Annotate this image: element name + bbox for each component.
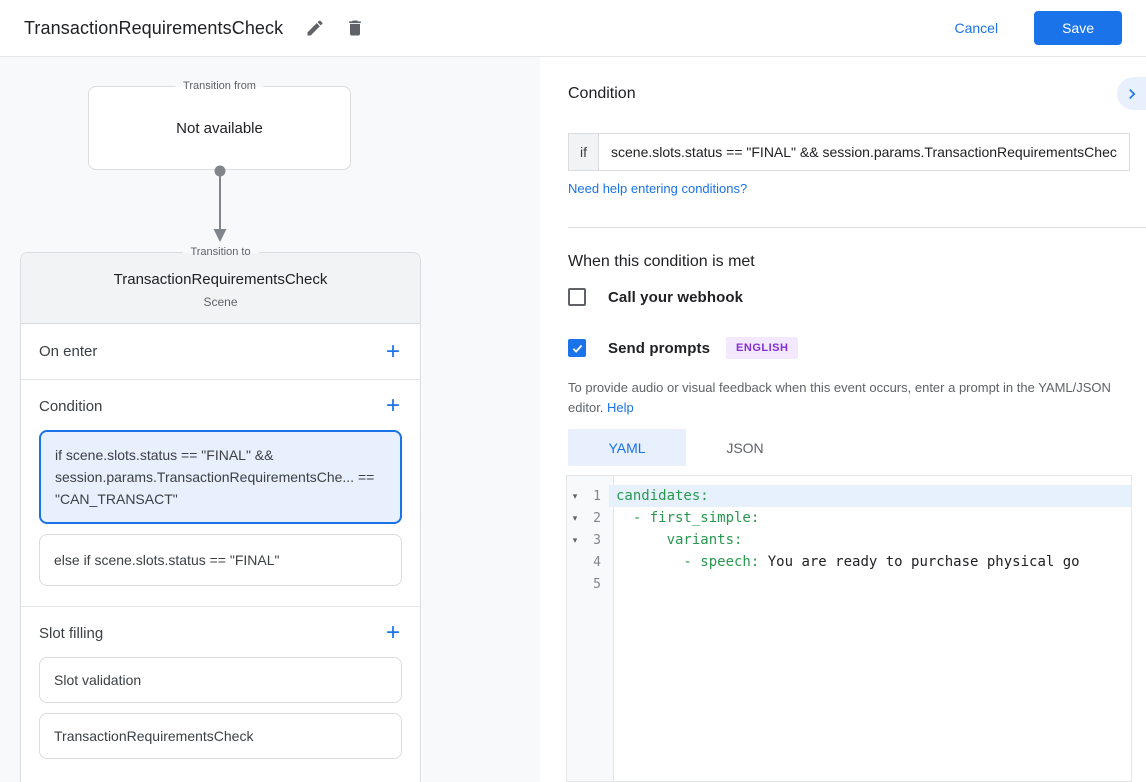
- call-webhook-row[interactable]: Call your webhook: [568, 288, 743, 306]
- panel-divider: [568, 227, 1146, 228]
- helper-text-body: To provide audio or visual feedback when…: [568, 380, 1111, 415]
- if-prefix: if: [568, 133, 599, 171]
- slot-filling-label: Slot filling: [39, 624, 104, 642]
- slot-card-requirements-check[interactable]: TransactionRequirementsCheck: [39, 713, 402, 759]
- page-title: TransactionRequirementsCheck: [24, 17, 284, 38]
- fold-arrow-icon[interactable]: ▾: [567, 491, 583, 502]
- code-line[interactable]: 5: [567, 573, 1131, 595]
- webhook-checkbox[interactable]: [568, 288, 586, 306]
- code-text[interactable]: [609, 573, 1131, 595]
- code-text[interactable]: - first_simple:: [609, 507, 1131, 529]
- condition-section: Condition + if scene.slots.status == "FI…: [21, 380, 420, 607]
- code-editor[interactable]: ▾ 1 candidates: ▾ 2 - first_simple: ▾ 3 varian…: [566, 475, 1132, 782]
- scene-type: Scene: [203, 295, 238, 309]
- transition-from-value: Not available: [176, 119, 263, 137]
- prompts-checkbox[interactable]: [568, 339, 586, 357]
- line-number: 2: [593, 510, 601, 526]
- transition-from-box: Transition from Not available: [88, 79, 351, 170]
- add-on-enter-button[interactable]: +: [384, 339, 402, 363]
- transition-arrow: [213, 165, 227, 242]
- scene-graph-canvas: Transition from Not available Transition…: [0, 57, 540, 782]
- code-line[interactable]: 4 - speech: You are ready to purchase ph…: [567, 551, 1131, 573]
- line-number: 3: [593, 532, 601, 548]
- slot-filling-section: Slot filling + Slot validation Transacti…: [21, 607, 420, 779]
- code-line[interactable]: ▾ 3 variants:: [567, 529, 1131, 551]
- scene-name: TransactionRequirementsCheck: [113, 271, 328, 288]
- slot-card-validation[interactable]: Slot validation: [39, 657, 402, 703]
- when-condition-met-title: When this condition is met: [568, 253, 755, 270]
- code-text[interactable]: - speech: You are ready to purchase phys…: [609, 551, 1131, 573]
- editor-format-tabs: YAML JSON: [568, 429, 804, 466]
- language-badge: ENGLISH: [726, 337, 799, 359]
- condition-detail-panel: Condition if Need help entering conditio…: [540, 57, 1146, 782]
- code-text[interactable]: candidates:: [609, 485, 1131, 507]
- top-bar: TransactionRequirementsCheck Cancel Save: [0, 0, 1146, 57]
- line-number: 4: [593, 554, 601, 570]
- checkmark-icon: [572, 344, 582, 353]
- transition-to-label: Transition to: [182, 245, 259, 260]
- chevron-right-icon: [1129, 88, 1136, 99]
- cancel-button[interactable]: Cancel: [938, 12, 1014, 44]
- scene-card-header[interactable]: TransactionRequirementsCheck Scene: [21, 253, 420, 324]
- condition-expression-input[interactable]: [599, 133, 1130, 171]
- save-button[interactable]: Save: [1034, 11, 1122, 45]
- on-enter-section[interactable]: On enter +: [21, 324, 420, 380]
- tab-json[interactable]: JSON: [686, 429, 804, 466]
- condition-card-selected[interactable]: if scene.slots.status == "FINAL" && sess…: [39, 430, 402, 524]
- fold-arrow-icon[interactable]: ▾: [567, 535, 583, 546]
- code-line[interactable]: ▾ 1 candidates:: [567, 485, 1131, 507]
- add-condition-button[interactable]: +: [384, 394, 402, 418]
- fold-arrow-icon[interactable]: ▾: [567, 513, 583, 524]
- code-editor-lines: ▾ 1 candidates: ▾ 2 - first_simple: ▾ 3 varian…: [567, 476, 1131, 595]
- condition-help-link[interactable]: Need help entering conditions?: [568, 181, 747, 196]
- line-number: 5: [593, 576, 601, 592]
- add-slot-button[interactable]: +: [384, 621, 402, 645]
- panel-title: Condition: [568, 85, 636, 102]
- condition-expression-row: if: [568, 133, 1130, 171]
- collapse-panel-button[interactable]: [1117, 77, 1146, 110]
- edit-title-button[interactable]: [301, 14, 329, 42]
- line-number: 1: [593, 488, 601, 504]
- help-link[interactable]: Help: [607, 400, 634, 415]
- on-enter-label: On enter: [39, 343, 98, 360]
- delete-scene-button[interactable]: [341, 14, 369, 42]
- tab-yaml[interactable]: YAML: [568, 429, 686, 466]
- condition-card[interactable]: else if scene.slots.status == "FINAL": [39, 534, 402, 586]
- send-prompts-row[interactable]: Send prompts ENGLISH: [568, 337, 799, 359]
- prompts-label: Send prompts: [608, 339, 711, 357]
- condition-section-label: Condition: [39, 397, 103, 415]
- webhook-label: Call your webhook: [608, 288, 744, 306]
- pencil-icon: [307, 20, 323, 36]
- transition-from-label: Transition from: [175, 79, 264, 94]
- transition-to-card: Transition to TransactionRequirementsChe…: [20, 245, 421, 782]
- code-line[interactable]: ▾ 2 - first_simple:: [567, 507, 1131, 529]
- trash-icon: [349, 20, 362, 36]
- prompts-helper-text: To provide audio or visual feedback when…: [568, 378, 1136, 418]
- code-text[interactable]: variants:: [609, 529, 1131, 551]
